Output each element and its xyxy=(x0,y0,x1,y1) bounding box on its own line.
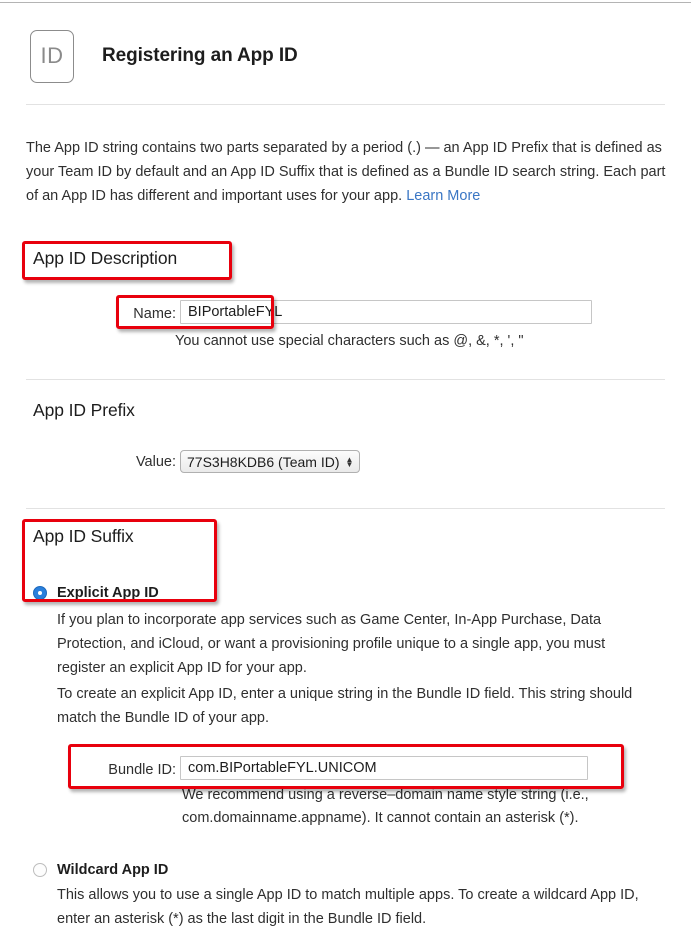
radio-wildcard-app-id-icon[interactable] xyxy=(33,863,47,877)
prefix-value-label: Value: xyxy=(135,454,176,470)
explicit-app-id-paragraph-2: To create an explicit App ID, enter a un… xyxy=(57,686,633,726)
prefix-value-selected-text: 77S3H8KDB6 (Team ID) xyxy=(187,453,340,470)
section-heading-app-id-description: App ID Description xyxy=(33,248,178,268)
intro-text: The App ID string contains two parts sep… xyxy=(26,140,666,204)
prefix-value-select[interactable]: 77S3H8KDB6 (Team ID) ▲ ▼ xyxy=(180,450,361,473)
divider-below-header xyxy=(26,104,665,105)
name-input[interactable] xyxy=(180,300,592,324)
radio-row-explicit-app-id[interactable]: Explicit App ID xyxy=(33,585,159,601)
radio-row-wildcard-app-id[interactable]: Wildcard App ID xyxy=(33,862,168,878)
radio-wildcard-app-id-label: Wildcard App ID xyxy=(57,862,169,878)
radio-explicit-app-id-label: Explicit App ID xyxy=(57,585,159,601)
divider-above-app-id-prefix xyxy=(26,379,665,380)
window-top-border xyxy=(0,2,691,3)
app-id-badge-text: ID xyxy=(40,43,64,68)
intro-paragraph: The App ID string contains two parts sep… xyxy=(26,136,666,208)
bundle-id-input[interactable] xyxy=(180,756,588,780)
page-header: ID Registering an App ID xyxy=(0,14,691,98)
page-title: Registering an App ID xyxy=(102,45,298,66)
divider-above-app-id-suffix xyxy=(26,508,665,509)
explicit-app-id-paragraph-1: If you plan to incorporate app services … xyxy=(57,612,606,676)
name-field-label: Name: xyxy=(133,306,176,322)
radio-explicit-app-id-icon[interactable] xyxy=(33,586,47,600)
bundle-id-field-label: Bundle ID: xyxy=(108,762,176,778)
wildcard-app-id-paragraph: This allows you to use a single App ID t… xyxy=(57,887,639,927)
stepper-up-down-icon: ▲ ▼ xyxy=(345,454,354,469)
bundle-id-helper-text: We recommend using a reverse–domain name… xyxy=(182,787,589,826)
name-helper-text: You cannot use special characters such a… xyxy=(175,333,524,349)
section-heading-app-id-prefix: App ID Prefix xyxy=(33,400,135,420)
app-id-badge-icon: ID xyxy=(30,29,74,83)
section-heading-app-id-suffix: App ID Suffix xyxy=(33,526,134,546)
learn-more-link[interactable]: Learn More xyxy=(406,188,480,204)
